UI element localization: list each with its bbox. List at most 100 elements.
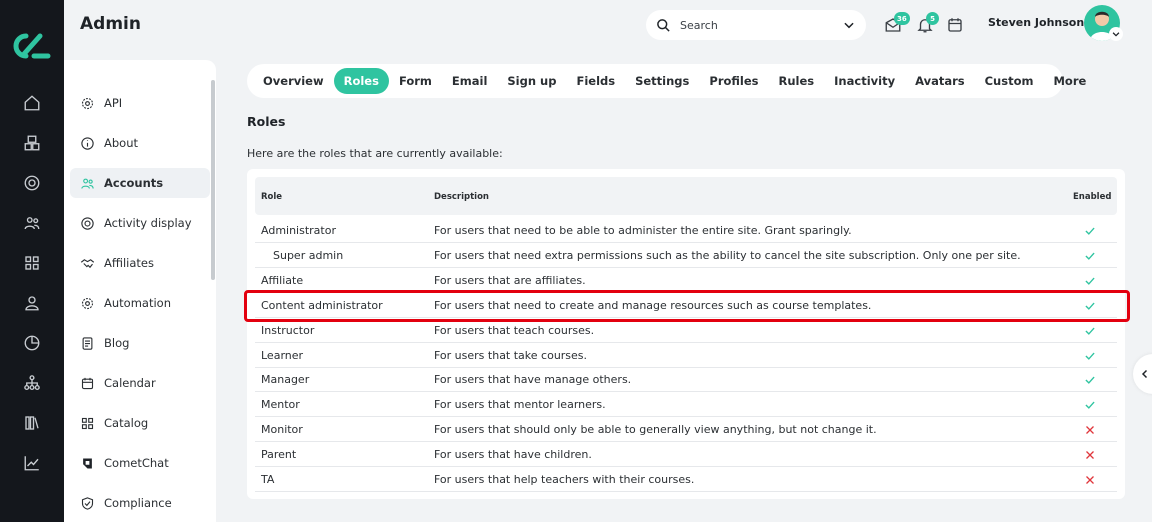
enabled-check-icon[interactable] bbox=[1083, 224, 1097, 238]
calendar-icon[interactable] bbox=[946, 16, 964, 34]
messages-badge: 36 bbox=[894, 12, 910, 25]
courses-icon[interactable] bbox=[20, 131, 44, 155]
role-name: TA bbox=[261, 473, 275, 486]
table-row[interactable]: TA For users that help teachers with thei… bbox=[255, 467, 1117, 492]
role-name: Manager bbox=[261, 373, 310, 387]
sidebar-item-label: Calendar bbox=[104, 376, 156, 390]
tab-avatars[interactable]: Avatars bbox=[905, 68, 975, 94]
sidebar-item-cometchat[interactable]: CometChat bbox=[70, 448, 210, 478]
gear-icon bbox=[81, 297, 94, 309]
search-label: Search bbox=[680, 18, 718, 32]
chevron-down-icon[interactable] bbox=[842, 18, 856, 32]
search-box[interactable]: Search bbox=[646, 10, 866, 40]
sidebar-item-label: Automation bbox=[104, 296, 171, 310]
app-rail bbox=[0, 0, 64, 522]
target-icon bbox=[81, 216, 94, 230]
table-row[interactable]: Administrator For users that need to be a… bbox=[255, 218, 1117, 243]
sidebar-scrollbar[interactable] bbox=[211, 80, 215, 280]
target-icon[interactable] bbox=[20, 171, 44, 195]
sidebar-item-label: Catalog bbox=[104, 416, 149, 430]
tab-form[interactable]: Form bbox=[389, 68, 442, 94]
table-row[interactable]: Super admin For users that need extra per… bbox=[255, 243, 1117, 268]
library-icon[interactable] bbox=[20, 411, 44, 435]
enabled-check-icon[interactable] bbox=[1083, 249, 1097, 263]
app-logo-icon[interactable] bbox=[10, 30, 54, 62]
role-description: For users that have manage others. bbox=[434, 373, 632, 387]
sidebar-item-label: Activity display bbox=[104, 216, 192, 230]
grid-icon[interactable] bbox=[20, 251, 44, 275]
chevron-left-icon bbox=[1141, 369, 1148, 379]
section-title: Roles bbox=[247, 114, 286, 129]
users-icon bbox=[81, 178, 94, 189]
tab-inactivity[interactable]: Inactivity bbox=[824, 68, 905, 94]
collapse-panel-button[interactable] bbox=[1133, 354, 1152, 394]
sidebar-item-label: Blog bbox=[104, 336, 130, 350]
sidebar-item-activity-display[interactable]: Activity display bbox=[70, 208, 210, 238]
role-name: Super admin bbox=[273, 248, 344, 262]
table-row[interactable]: Mentor For users that mentor learners. bbox=[255, 392, 1117, 418]
role-name: Learner bbox=[261, 348, 304, 362]
role-name: Mentor bbox=[261, 398, 300, 412]
tab-more[interactable]: More bbox=[1043, 68, 1096, 94]
column-header-description: Description bbox=[434, 192, 489, 202]
tab-fields[interactable]: Fields bbox=[566, 68, 625, 94]
hierarchy-icon[interactable] bbox=[20, 371, 44, 395]
role-description: For users that are affiliates. bbox=[434, 273, 586, 287]
sidebar-item-label: API bbox=[104, 96, 123, 110]
user-name[interactable]: Steven Johnson bbox=[988, 16, 1084, 29]
sidebar-item-catalog[interactable]: Catalog bbox=[70, 408, 210, 438]
role-description: For users that help teachers with their … bbox=[434, 473, 695, 486]
users-icon[interactable] bbox=[20, 211, 44, 235]
role-name: Monitor bbox=[261, 423, 303, 437]
sidebar-item-blog[interactable]: Blog bbox=[70, 328, 210, 358]
gear-icon bbox=[81, 97, 94, 109]
enabled-check-icon[interactable] bbox=[1083, 349, 1097, 363]
tab-roles[interactable]: Roles bbox=[333, 68, 389, 94]
role-description: For users that need to be able to admini… bbox=[434, 224, 852, 237]
disabled-cross-icon[interactable] bbox=[1083, 448, 1097, 462]
cometchat-icon bbox=[83, 458, 92, 468]
role-name: Administrator bbox=[261, 224, 336, 237]
role-description: For users that mentor learners. bbox=[434, 398, 606, 412]
pie-chart-icon[interactable] bbox=[20, 331, 44, 355]
sidebar-item-api[interactable]: API bbox=[70, 88, 210, 118]
role-name: Parent bbox=[261, 448, 297, 462]
enabled-check-icon[interactable] bbox=[1083, 324, 1097, 338]
sidebar-item-affiliates[interactable]: Affiliates bbox=[70, 248, 210, 278]
column-header-enabled: Enabled bbox=[1073, 192, 1112, 202]
role-description: For users that need extra permissions su… bbox=[434, 248, 1021, 262]
sidebar-item-accounts[interactable]: Accounts bbox=[70, 168, 210, 198]
line-chart-icon[interactable] bbox=[20, 451, 44, 475]
enabled-check-icon[interactable] bbox=[1083, 373, 1097, 387]
table-row[interactable]: Parent For users that have children. bbox=[255, 442, 1117, 468]
home-icon[interactable] bbox=[20, 91, 44, 115]
section-intro: Here are the roles that are currently av… bbox=[247, 147, 503, 160]
info-icon bbox=[81, 136, 94, 150]
calendar-icon bbox=[81, 377, 94, 389]
sidebar-item-automation[interactable]: Automation bbox=[70, 288, 210, 318]
roles-table: Role Description Enabled Administrator Fo… bbox=[247, 169, 1125, 499]
sidebar-item-about[interactable]: About bbox=[70, 128, 210, 158]
tab-rules[interactable]: Rules bbox=[769, 68, 825, 94]
tab-sign-up[interactable]: Sign up bbox=[497, 68, 566, 94]
tab-bar: Overview Roles Form Email Sign up Fields… bbox=[247, 64, 1086, 98]
tab-overview[interactable]: Overview bbox=[253, 68, 334, 94]
tab-email[interactable]: Email bbox=[442, 68, 497, 94]
sidebar-item-label: Accounts bbox=[104, 176, 164, 190]
table-header: Role Description Enabled bbox=[255, 177, 1117, 215]
disabled-cross-icon[interactable] bbox=[1083, 423, 1097, 437]
tab-settings[interactable]: Settings bbox=[625, 68, 699, 94]
enabled-check-icon[interactable] bbox=[1083, 398, 1097, 412]
tab-profiles[interactable]: Profiles bbox=[699, 68, 768, 94]
table-row[interactable]: Manager For users that have manage others… bbox=[255, 367, 1117, 393]
table-row[interactable]: Monitor For users that should only be abl… bbox=[255, 417, 1117, 443]
user-menu-chevron-icon[interactable] bbox=[1109, 27, 1123, 41]
disabled-cross-icon[interactable] bbox=[1083, 473, 1097, 487]
role-name: Affiliate bbox=[261, 273, 304, 287]
tab-custom[interactable]: Custom bbox=[975, 68, 1044, 94]
person-icon[interactable] bbox=[20, 291, 44, 315]
sidebar-item-compliance[interactable]: Compliance bbox=[70, 488, 210, 518]
enabled-check-icon[interactable] bbox=[1083, 274, 1097, 288]
table-row[interactable]: Learner For users that take courses. bbox=[255, 343, 1117, 368]
sidebar-item-calendar[interactable]: Calendar bbox=[70, 368, 210, 398]
